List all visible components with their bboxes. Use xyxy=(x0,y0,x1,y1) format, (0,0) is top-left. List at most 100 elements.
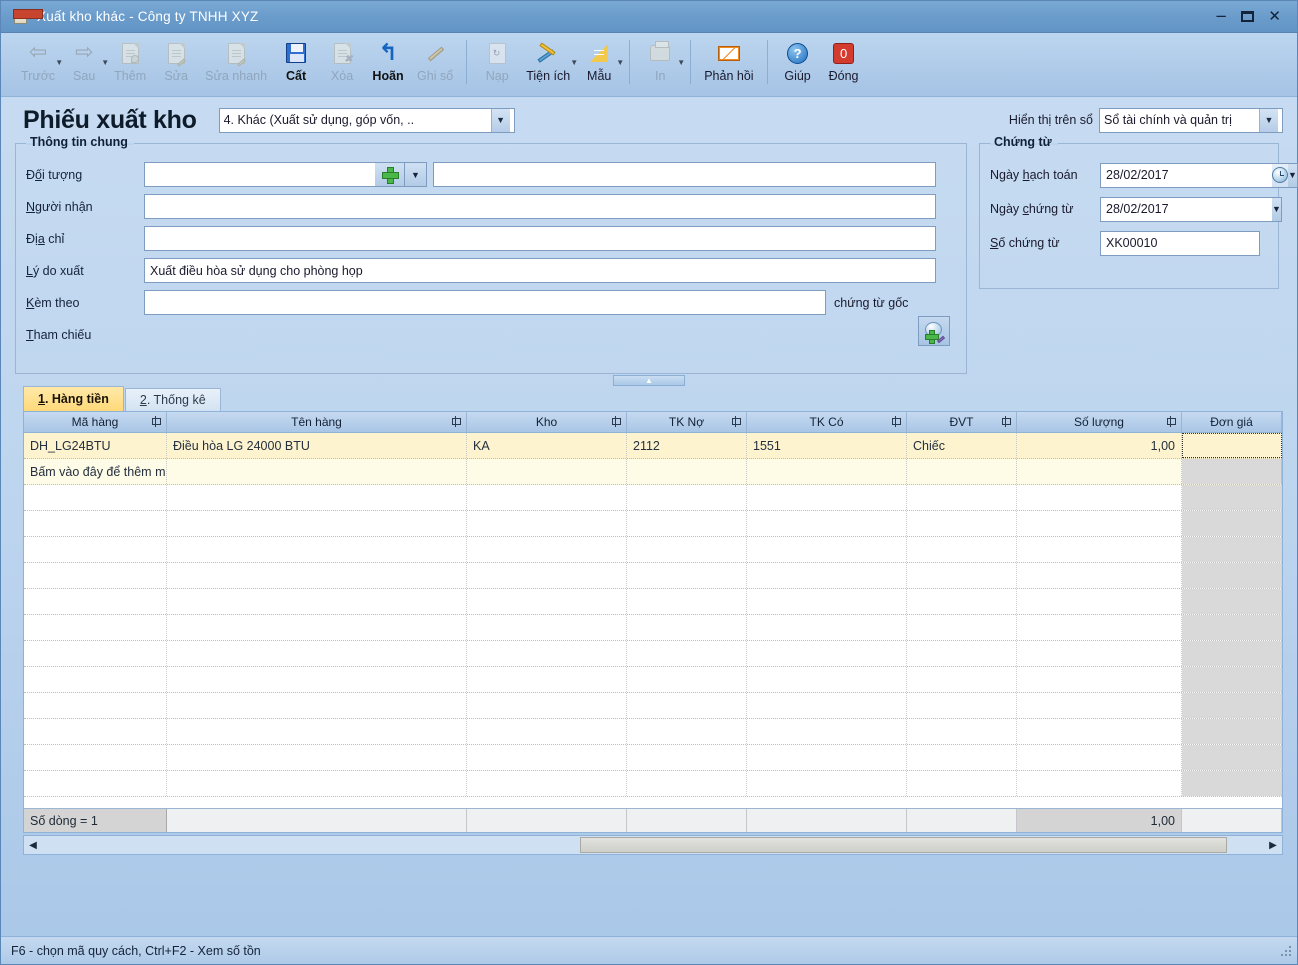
grid-cell[interactable] xyxy=(627,693,747,718)
grid-cell[interactable] xyxy=(24,719,167,744)
toolbar-button-xoa[interactable]: ✖ Xóa xyxy=(319,38,365,83)
grid-cell[interactable] xyxy=(747,459,907,484)
grid-cell[interactable] xyxy=(167,667,467,692)
grid-cell[interactable] xyxy=(24,667,167,692)
grid-cell[interactable] xyxy=(24,745,167,770)
grid-cell[interactable] xyxy=(907,719,1017,744)
grid-cell[interactable]: 1,00 xyxy=(1017,433,1182,458)
grid-cell[interactable]: KA xyxy=(467,433,627,458)
grid-cell[interactable] xyxy=(627,667,747,692)
grid-cell[interactable] xyxy=(1017,693,1182,718)
grid-cell[interactable] xyxy=(1017,615,1182,640)
grid-column-header[interactable]: TK Có xyxy=(747,412,907,432)
pin-column-icon[interactable] xyxy=(1001,416,1012,427)
grid-column-header[interactable]: TK Nợ xyxy=(627,412,747,432)
grid-cell[interactable] xyxy=(467,693,627,718)
scrollbar-track[interactable] xyxy=(42,836,1264,854)
grid-cell[interactable] xyxy=(24,589,167,614)
doi-tuong-combo[interactable]: ▼ xyxy=(144,162,427,187)
grid-cell[interactable] xyxy=(1182,485,1282,510)
grid-cell[interactable] xyxy=(167,589,467,614)
grid-cell[interactable] xyxy=(627,641,747,666)
grid-cell[interactable] xyxy=(467,615,627,640)
grid-cell-focused[interactable] xyxy=(1182,433,1282,458)
grid-cell[interactable] xyxy=(167,615,467,640)
pin-column-icon[interactable] xyxy=(891,416,902,427)
grid-cell[interactable] xyxy=(167,745,467,770)
grid-cell[interactable] xyxy=(24,693,167,718)
close-icon[interactable]: ✕ xyxy=(1268,9,1281,24)
grid-cell[interactable] xyxy=(1182,511,1282,536)
grid-cell[interactable] xyxy=(907,771,1017,796)
grid-column-header[interactable]: Tên hàng xyxy=(167,412,467,432)
scrollbar-thumb[interactable] xyxy=(579,837,1228,853)
grid-cell[interactable] xyxy=(467,459,627,484)
grid-cell[interactable] xyxy=(747,771,907,796)
grid-cell[interactable] xyxy=(747,511,907,536)
grid-cell[interactable]: DH_LG24BTU xyxy=(24,433,167,458)
grid-cell[interactable] xyxy=(1017,459,1182,484)
grid-cell[interactable] xyxy=(627,485,747,510)
grid-cell[interactable] xyxy=(747,615,907,640)
grid-cell[interactable] xyxy=(1017,485,1182,510)
toolbar-button-sua[interactable]: Sửa xyxy=(153,38,199,83)
ngay-chung-tu-input[interactable] xyxy=(1100,196,1272,222)
toolbar-button-nap[interactable]: ↻ Nạp xyxy=(474,38,520,83)
grid-cell[interactable] xyxy=(24,615,167,640)
toolbar-button-mau[interactable]: Mẫu ▼ xyxy=(576,38,624,83)
grid-cell[interactable] xyxy=(1182,667,1282,692)
table-row-empty[interactable] xyxy=(24,693,1282,719)
maximize-icon[interactable] xyxy=(1241,11,1255,22)
grid-cell[interactable] xyxy=(627,459,747,484)
grid-cell[interactable] xyxy=(1017,641,1182,666)
table-row-empty[interactable] xyxy=(24,511,1282,537)
ngay-hach-toan-datepicker[interactable]: ▼ xyxy=(1100,162,1298,188)
grid-cell[interactable] xyxy=(1182,589,1282,614)
grid-column-header[interactable]: Số lượng xyxy=(1017,412,1182,432)
grid-cell[interactable] xyxy=(467,563,627,588)
table-row-empty[interactable] xyxy=(24,537,1282,563)
grid-cell[interactable] xyxy=(1182,537,1282,562)
grid-cell[interactable] xyxy=(1182,771,1282,796)
grid-cell[interactable] xyxy=(907,511,1017,536)
table-row-empty[interactable] xyxy=(24,745,1282,771)
grid-cell[interactable] xyxy=(627,771,747,796)
table-row-empty[interactable] xyxy=(24,615,1282,641)
grid-cell[interactable] xyxy=(1182,615,1282,640)
clock-button[interactable] xyxy=(1272,162,1288,188)
table-row-empty[interactable] xyxy=(24,589,1282,615)
grid-cell[interactable] xyxy=(1017,771,1182,796)
toolbar-button-phan-hoi[interactable]: Phản hồi xyxy=(698,38,759,83)
grid-column-header[interactable]: ĐVT xyxy=(907,412,1017,432)
voucher-type-combo[interactable]: 4. Khác (Xuất sử dụng, góp vốn, .. ▼ xyxy=(218,107,515,133)
grid-cell[interactable] xyxy=(907,693,1017,718)
table-row-empty[interactable] xyxy=(24,563,1282,589)
so-chung-tu-input[interactable] xyxy=(1100,230,1260,256)
grid-column-header[interactable]: Đơn giá xyxy=(1182,412,1282,432)
grid-cell[interactable] xyxy=(1182,719,1282,744)
grid-cell[interactable] xyxy=(1017,745,1182,770)
grid-cell[interactable] xyxy=(907,537,1017,562)
grid-cell[interactable] xyxy=(747,537,907,562)
grid-cell[interactable] xyxy=(907,667,1017,692)
grid-cell[interactable] xyxy=(747,667,907,692)
grid-cell[interactable] xyxy=(467,537,627,562)
grid-cell[interactable] xyxy=(467,589,627,614)
grid-cell[interactable] xyxy=(747,745,907,770)
chevron-down-icon[interactable]: ▼ xyxy=(616,58,624,67)
table-row-empty[interactable] xyxy=(24,719,1282,745)
grid-cell[interactable] xyxy=(467,485,627,510)
ly-do-xuat-input[interactable] xyxy=(144,258,936,283)
resize-grip[interactable] xyxy=(1279,944,1293,958)
grid-cell[interactable] xyxy=(24,771,167,796)
grid-cell[interactable] xyxy=(167,693,467,718)
grid-cell[interactable] xyxy=(24,537,167,562)
toolbar-button-in[interactable]: In ▼ xyxy=(637,38,685,83)
grid-cell[interactable] xyxy=(1182,641,1282,666)
grid-column-header[interactable]: Kho xyxy=(467,412,627,432)
chevron-down-icon[interactable]: ▼ xyxy=(490,108,510,132)
grid-cell[interactable] xyxy=(167,771,467,796)
toolbar-button-them[interactable]: Thêm xyxy=(107,38,153,83)
grid-cell[interactable] xyxy=(907,641,1017,666)
grid-cell[interactable] xyxy=(627,563,747,588)
